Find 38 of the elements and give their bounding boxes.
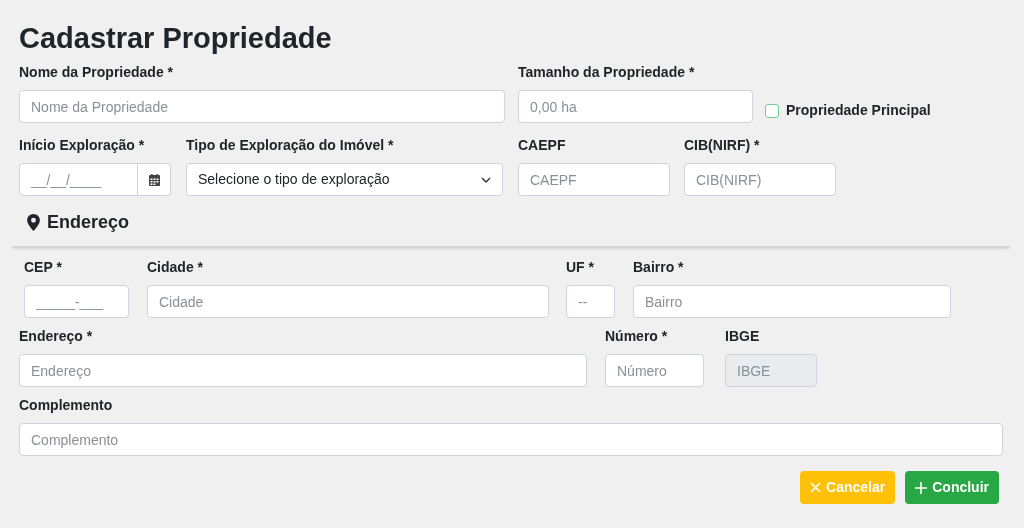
field-label: CIB(NIRF) *	[684, 136, 761, 154]
input-field[interactable]: CAEPF	[518, 163, 670, 196]
confirm-button[interactable]: Concluir	[905, 471, 999, 504]
input-field[interactable]: Endereço	[19, 354, 587, 387]
field-label: CEP *	[24, 258, 63, 276]
field-label: Início Exploração *	[19, 136, 146, 154]
field-label: Endereço *	[19, 327, 94, 345]
field-label: Cidade *	[147, 258, 204, 276]
date-field[interactable]: __/__/____	[19, 163, 138, 196]
field-label: Nome da Propriedade *	[19, 63, 175, 81]
input-field[interactable]: Cidade	[147, 285, 549, 318]
input-field[interactable]: --	[566, 285, 615, 318]
field-label: Tipo de Exploração do Imóvel *	[186, 136, 395, 154]
input-field[interactable]: Bairro	[633, 285, 951, 318]
cancel-button[interactable]: Cancelar	[800, 471, 896, 504]
chevron-down-icon	[481, 176, 491, 183]
input-field[interactable]: Nome da Propriedade	[19, 90, 505, 123]
checkbox[interactable]	[765, 103, 779, 118]
select-field[interactable]: Selecione o tipo de exploração	[186, 163, 503, 196]
field-label: Bairro *	[633, 258, 685, 276]
field-label: CAEPF	[518, 136, 567, 154]
calendar-icon[interactable]	[148, 173, 160, 186]
field-label: Complemento	[19, 396, 114, 414]
section-heading: Endereço	[47, 210, 130, 234]
input-field[interactable]: CIB(NIRF)	[684, 163, 836, 196]
field-label: Tamanho da Propriedade *	[518, 63, 696, 81]
input-field[interactable]: Número	[605, 354, 704, 387]
checkbox-label: Propriedade Principal	[786, 101, 931, 120]
input-field[interactable]: _____-___	[24, 285, 129, 318]
field-label: UF *	[566, 258, 595, 276]
close-icon	[810, 482, 822, 493]
field-label: IBGE	[725, 327, 761, 345]
page-title: Cadastrar Propriedade	[18, 21, 333, 55]
map-pin-icon	[27, 213, 40, 231]
plus-icon	[915, 481, 928, 494]
input-field[interactable]: Complemento	[19, 423, 1003, 456]
field-label: Número *	[605, 327, 669, 345]
input-field[interactable]: 0,00 ha	[518, 90, 753, 123]
